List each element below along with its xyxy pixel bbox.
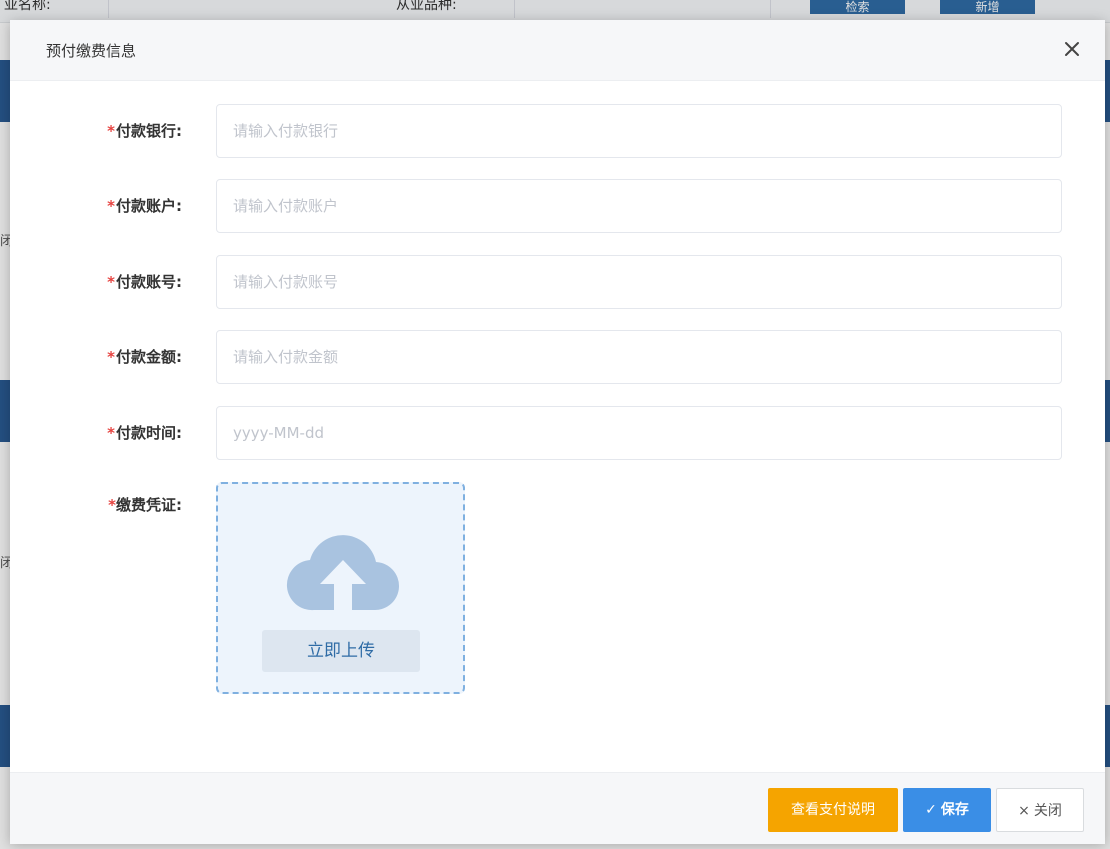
- voucher-label: *缴费凭证:: [108, 496, 182, 514]
- close-button[interactable]: × 关闭: [996, 788, 1084, 832]
- amount-input[interactable]: [216, 330, 1062, 384]
- amount-label: *付款金额:: [107, 348, 182, 366]
- dialog-footer: 查看支付说明 ✓ 保存 × 关闭: [10, 772, 1105, 844]
- form-row-amount: *付款金额:: [10, 330, 1105, 384]
- form-row-voucher: *缴费凭证:: [10, 494, 1105, 548]
- required-mark: *: [107, 273, 115, 291]
- upload-dropzone[interactable]: 立即上传: [216, 482, 465, 694]
- close-icon: ×: [1018, 803, 1030, 819]
- account-number-label: *付款账号:: [107, 273, 182, 291]
- upload-now-button[interactable]: 立即上传: [262, 630, 420, 672]
- form-row-date: *付款时间:: [10, 406, 1105, 460]
- close-icon[interactable]: [1061, 38, 1083, 60]
- close-label: 关闭: [1033, 803, 1062, 819]
- form-row-account-number: *付款账号:: [10, 255, 1105, 309]
- date-label: *付款时间:: [107, 424, 182, 442]
- save-button[interactable]: ✓ 保存: [903, 788, 991, 832]
- check-icon: ✓: [925, 802, 937, 818]
- view-payment-instructions-button[interactable]: 查看支付说明: [768, 788, 898, 832]
- bank-input[interactable]: [216, 104, 1062, 158]
- form-row-account: *付款账户:: [10, 179, 1105, 233]
- required-mark: *: [108, 496, 116, 514]
- date-input[interactable]: [216, 406, 1062, 460]
- prepay-dialog: 预付缴费信息 *付款银行: *付款账户: *付款账号: *付款金额: *付款时间…: [10, 20, 1105, 844]
- required-mark: *: [107, 424, 115, 442]
- required-mark: *: [107, 197, 115, 215]
- required-mark: *: [107, 122, 115, 140]
- account-number-input[interactable]: [216, 255, 1062, 309]
- dialog-title: 预付缴费信息: [46, 42, 137, 60]
- save-label: 保存: [940, 802, 969, 818]
- form-row-bank: *付款银行:: [10, 104, 1105, 158]
- dialog-header: 预付缴费信息: [10, 20, 1105, 81]
- bank-label: *付款银行:: [107, 122, 182, 140]
- account-label: *付款账户:: [107, 197, 182, 215]
- cloud-upload-icon: [286, 530, 400, 614]
- required-mark: *: [107, 348, 115, 366]
- account-input[interactable]: [216, 179, 1062, 233]
